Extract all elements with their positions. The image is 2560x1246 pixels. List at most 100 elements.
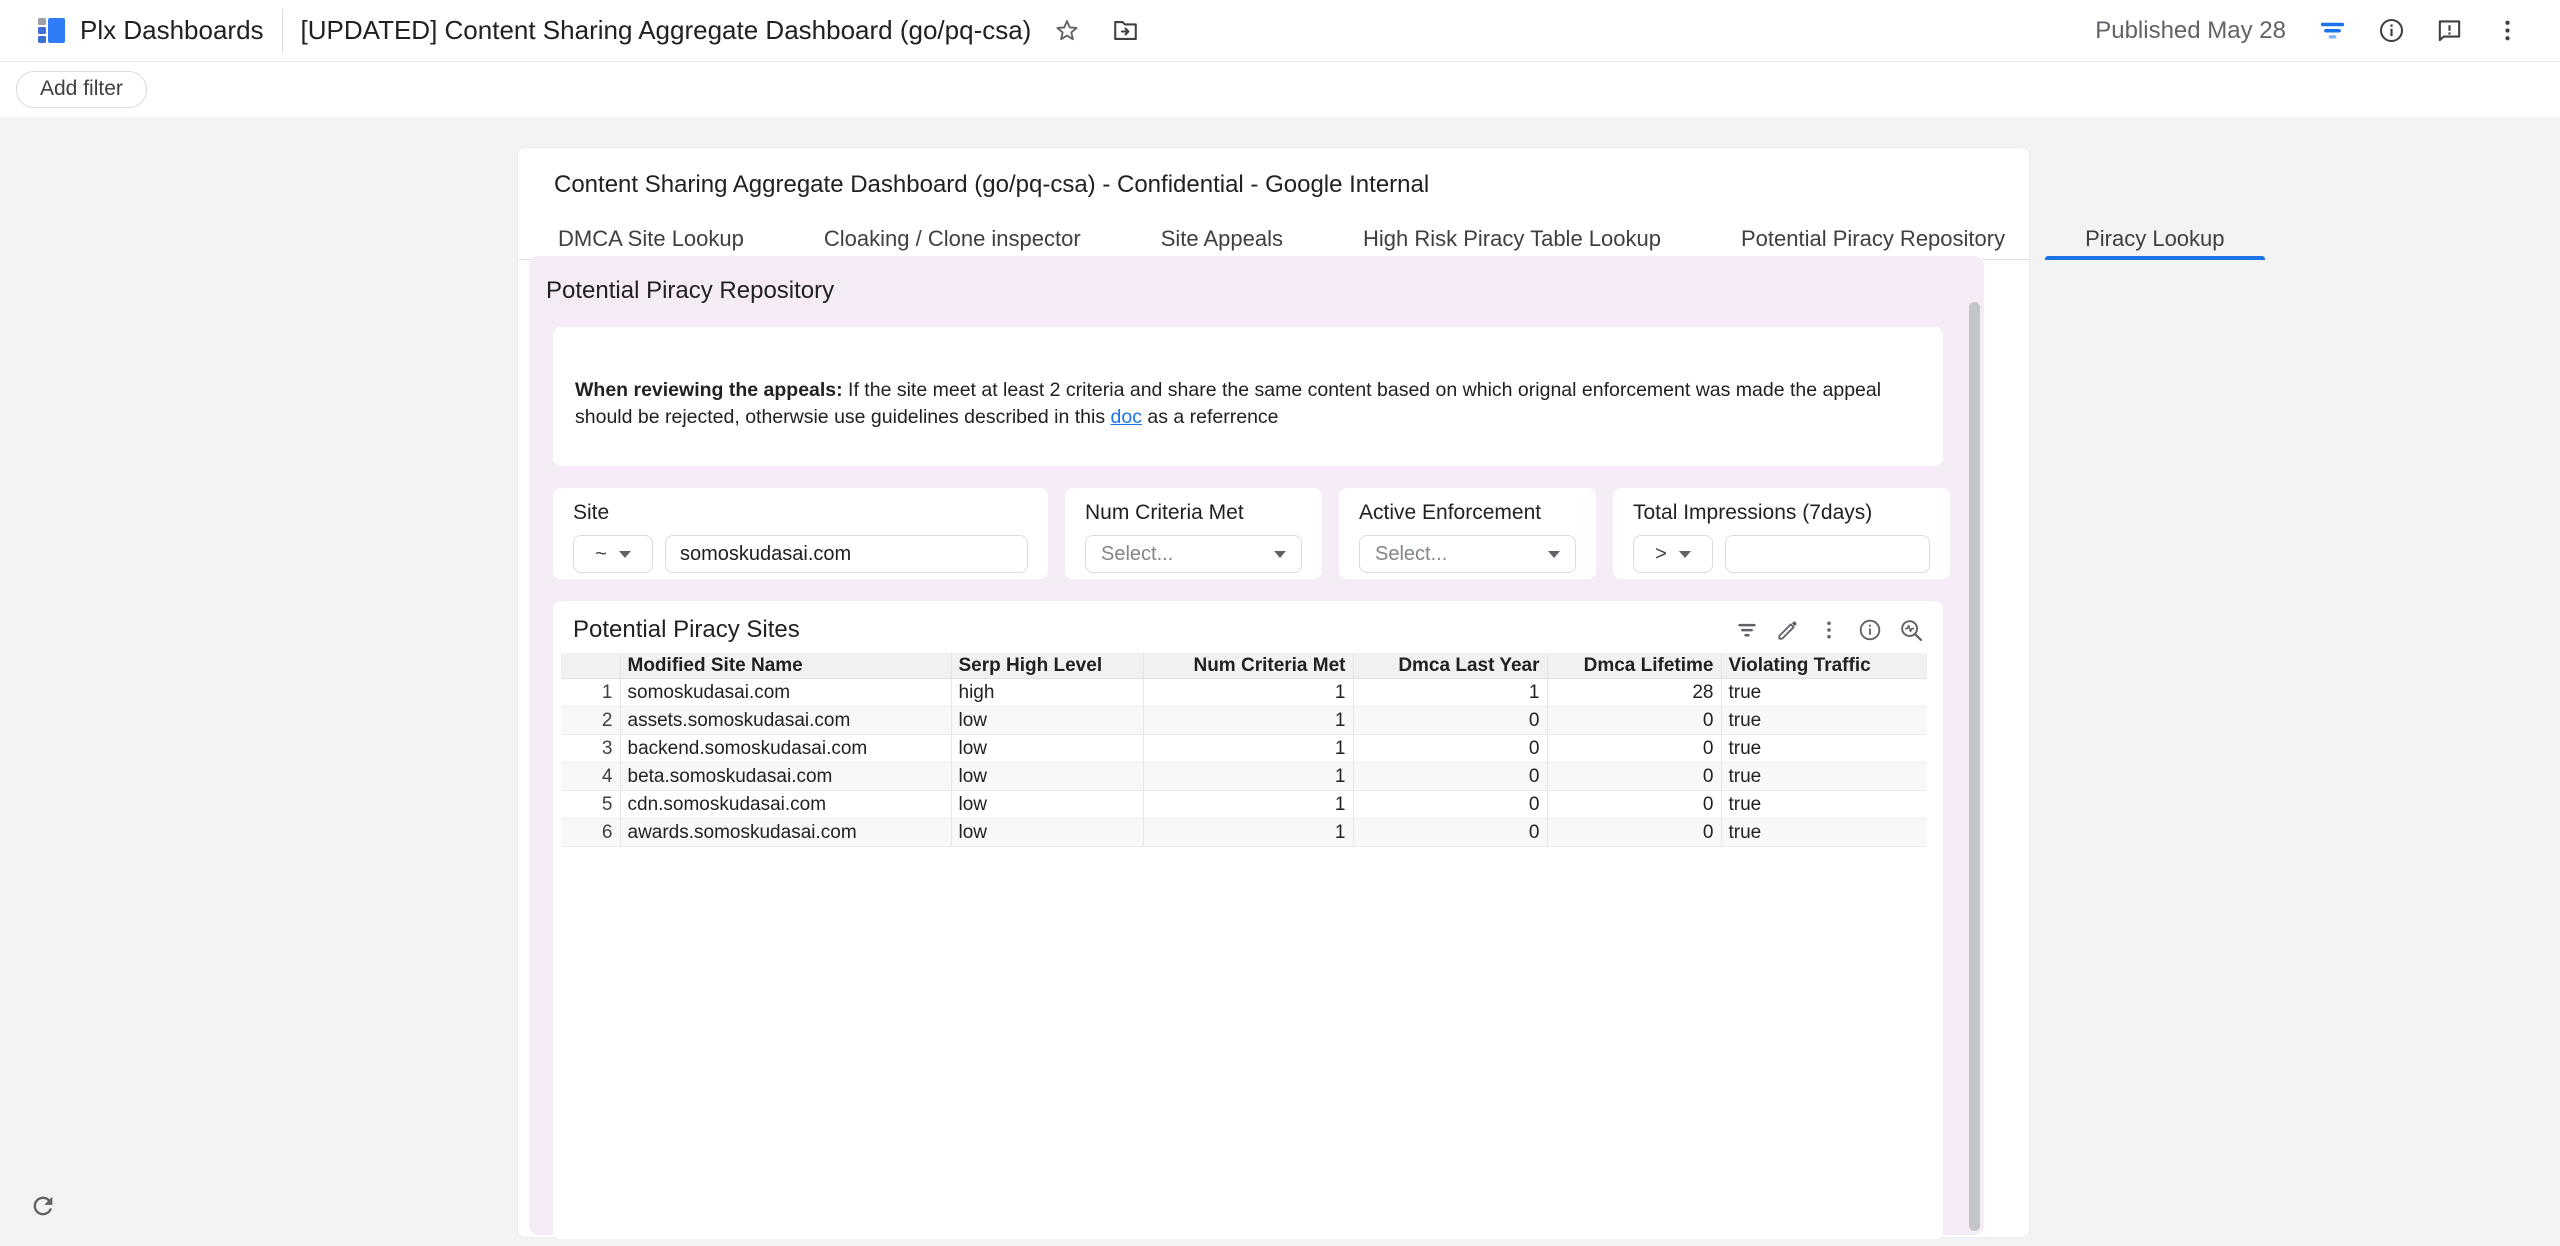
cell-criteria: 1 — [1143, 763, 1353, 791]
edit-icon[interactable] — [1775, 617, 1801, 643]
feedback-icon[interactable] — [2435, 16, 2464, 45]
cell-dmca-last-year: 0 — [1353, 791, 1547, 819]
dashboard-title: Content Sharing Aggregate Dashboard (go/… — [554, 171, 2029, 199]
table-row: 3 backend.somoskudasai.com low 1 0 0 tru… — [561, 735, 1927, 763]
cell-serp: low — [951, 791, 1143, 819]
site-filter-card: Site ~ — [553, 488, 1048, 579]
cell-site: cdn.somoskudasai.com — [620, 791, 951, 819]
table-toolbar — [1734, 617, 1925, 644]
table-row: 2 assets.somoskudasai.com low 1 0 0 true — [561, 707, 1927, 735]
tab-dmca-site-lookup[interactable]: DMCA Site Lookup — [518, 218, 784, 259]
move-to-folder-icon[interactable] — [1111, 16, 1140, 45]
cell-dmca-lifetime: 28 — [1547, 679, 1721, 707]
tab-site-appeals[interactable]: Site Appeals — [1121, 218, 1323, 259]
table-more-vert-icon[interactable] — [1816, 617, 1842, 643]
table-row: 4 beta.somoskudasai.com low 1 0 0 true — [561, 763, 1927, 791]
table-filter-icon[interactable] — [1734, 617, 1760, 643]
row-number: 2 — [561, 707, 620, 735]
cell-criteria: 1 — [1143, 679, 1353, 707]
table-row: 6 awards.somoskudasai.com low 1 0 0 true — [561, 819, 1927, 847]
cell-site: somoskudasai.com — [620, 679, 951, 707]
cell-serp: low — [951, 763, 1143, 791]
cell-serp: low — [951, 707, 1143, 735]
num-criteria-met-placeholder: Select... — [1101, 543, 1173, 566]
potential-piracy-sites-table: Modified Site Name Serp High Level Num C… — [561, 653, 1927, 847]
published-status: Published May 28 — [2095, 17, 2286, 45]
cell-criteria: 1 — [1143, 819, 1353, 847]
dashboard-tabs: DMCA Site Lookup Cloaking / Clone inspec… — [518, 218, 2029, 260]
table-row: 5 cdn.somoskudasai.com low 1 0 0 true — [561, 791, 1927, 819]
header-actions: Published May 28 — [2095, 15, 2538, 46]
global-filter-bar: Add filter — [0, 62, 2560, 116]
num-criteria-met-select[interactable]: Select... — [1085, 535, 1302, 573]
col-serp-high-level: Serp High Level — [951, 653, 1143, 679]
cell-serp: high — [951, 679, 1143, 707]
instructions-tail: as a referrence — [1142, 406, 1279, 428]
tab-potential-piracy-repository[interactable]: Potential Piracy Repository — [1701, 218, 2045, 259]
total-impressions-operator-dropdown[interactable]: > — [1633, 535, 1713, 573]
cell-serp: low — [951, 735, 1143, 763]
active-enforcement-label: Active Enforcement — [1359, 501, 1576, 525]
tab-piracy-lookup[interactable]: Piracy Lookup — [2045, 218, 2264, 259]
num-criteria-met-filter-card: Num Criteria Met Select... — [1065, 488, 1322, 579]
app-name: Plx Dashboards — [80, 15, 264, 46]
cell-dmca-last-year: 0 — [1353, 763, 1547, 791]
row-number: 5 — [561, 791, 620, 819]
row-number: 4 — [561, 763, 620, 791]
instructions-card: When reviewing the appeals: If the site … — [553, 327, 1943, 466]
cell-site: awards.somoskudasai.com — [620, 819, 951, 847]
col-num-criteria-met: Num Criteria Met — [1143, 653, 1353, 679]
cell-criteria: 1 — [1143, 707, 1353, 735]
table-row: 1 somoskudasai.com high 1 1 28 true — [561, 679, 1927, 707]
potential-piracy-repository-panel: Potential Piracy Repository When reviewi… — [529, 256, 1984, 1235]
cell-site: assets.somoskudasai.com — [620, 707, 951, 735]
app-header: Plx Dashboards [UPDATED] Content Sharing… — [0, 0, 2560, 62]
cell-site: beta.somoskudasai.com — [620, 763, 951, 791]
total-impressions-input[interactable] — [1725, 535, 1930, 573]
more-vert-icon[interactable] — [2493, 16, 2522, 45]
active-enforcement-select[interactable]: Select... — [1359, 535, 1576, 573]
tab-cloaking-clone-inspector[interactable]: Cloaking / Clone inspector — [784, 218, 1121, 259]
table-info-icon[interactable] — [1857, 617, 1883, 643]
table-title: Potential Piracy Sites — [573, 616, 800, 644]
cell-dmca-lifetime: 0 — [1547, 735, 1721, 763]
chevron-down-icon — [1679, 551, 1691, 558]
active-enforcement-filter-card: Active Enforcement Select... — [1339, 488, 1596, 579]
site-filter-input[interactable] — [665, 535, 1028, 573]
scrollbar-thumb[interactable] — [1969, 302, 1980, 1231]
tab-high-risk-piracy-table-lookup[interactable]: High Risk Piracy Table Lookup — [1323, 218, 1701, 259]
cell-dmca-lifetime: 0 — [1547, 791, 1721, 819]
cell-violating: true — [1721, 707, 1927, 735]
chevron-down-icon — [1274, 551, 1286, 558]
total-impressions-label: Total Impressions (7days) — [1633, 501, 1930, 525]
site-operator-dropdown[interactable]: ~ — [573, 535, 653, 573]
cell-serp: low — [951, 819, 1143, 847]
info-icon[interactable] — [2377, 16, 2406, 45]
cell-site: backend.somoskudasai.com — [620, 735, 951, 763]
star-icon[interactable] — [1053, 17, 1081, 45]
total-impressions-filter-card: Total Impressions (7days) > — [1613, 488, 1950, 579]
explore-data-icon[interactable] — [1898, 617, 1925, 644]
refresh-icon[interactable] — [26, 1189, 60, 1223]
filter-list-icon[interactable] — [2317, 15, 2348, 46]
cell-criteria: 1 — [1143, 791, 1353, 819]
cell-criteria: 1 — [1143, 735, 1353, 763]
cell-dmca-last-year: 0 — [1353, 819, 1547, 847]
col-row-number — [561, 653, 620, 679]
col-dmca-last-year: Dmca Last Year — [1353, 653, 1547, 679]
row-number: 1 — [561, 679, 620, 707]
table-header-row: Modified Site Name Serp High Level Num C… — [561, 653, 1927, 679]
add-filter-button[interactable]: Add filter — [16, 71, 147, 108]
chevron-down-icon — [619, 551, 631, 558]
cell-dmca-last-year: 0 — [1353, 707, 1547, 735]
cell-violating: true — [1721, 791, 1927, 819]
row-number: 3 — [561, 735, 620, 763]
plx-dashboards-logo-icon[interactable] — [38, 17, 65, 44]
cell-dmca-lifetime: 0 — [1547, 819, 1721, 847]
doc-link[interactable]: doc — [1111, 406, 1142, 428]
dashboard-doc-title: [UPDATED] Content Sharing Aggregate Dash… — [301, 15, 1032, 46]
site-operator-value: ~ — [595, 543, 607, 566]
site-filter-label: Site — [573, 501, 1028, 525]
row-number: 6 — [561, 819, 620, 847]
col-violating-traffic: Violating Traffic — [1721, 653, 1927, 679]
